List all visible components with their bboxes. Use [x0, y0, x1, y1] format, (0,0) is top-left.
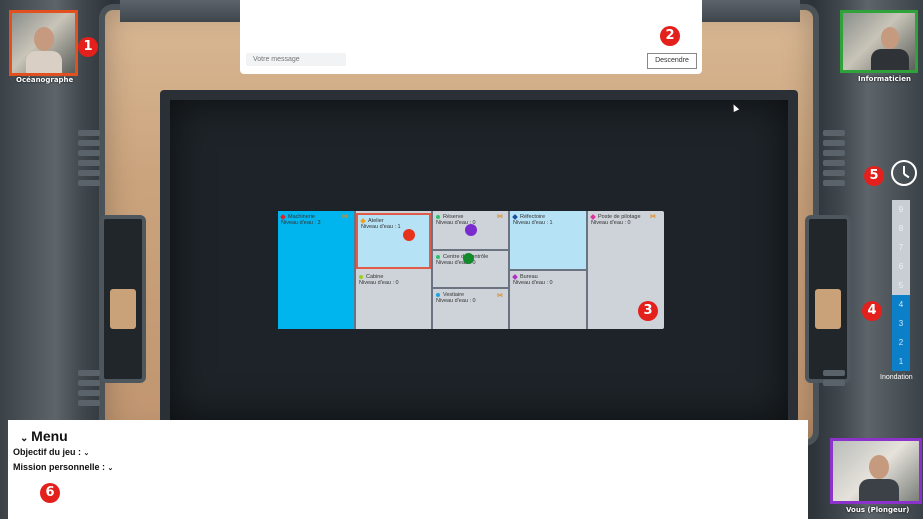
- video-informaticien[interactable]: [840, 10, 918, 73]
- marker-6: 6: [40, 483, 60, 503]
- chat-panel: Descendre: [240, 0, 702, 74]
- hatch-icon: ⋈: [497, 292, 503, 299]
- hatch-icon: ⋈: [650, 213, 656, 220]
- wall: [510, 269, 586, 271]
- flood-level-6: 6: [892, 257, 910, 276]
- room-level: Niveau d'eau : 0: [591, 220, 631, 226]
- room-level: Niveau d'eau : 0: [359, 280, 399, 286]
- hatch-icon: ⋈: [497, 213, 503, 220]
- right-slot: [805, 215, 851, 383]
- marker-5: 5: [864, 166, 884, 186]
- marker-4: 4: [862, 301, 882, 321]
- hatch-icon: ⋈: [342, 213, 348, 220]
- room-level: Niveau d'eau : 0: [436, 298, 476, 304]
- flood-level-7: 7: [892, 238, 910, 257]
- flood-level-1: 1: [892, 352, 910, 371]
- pawn-green: [463, 253, 474, 264]
- wall: [433, 287, 508, 289]
- room-bureau[interactable]: Bureau Niveau d'eau : 0: [510, 271, 586, 329]
- pawn-red: [403, 229, 415, 241]
- video-plongeur[interactable]: [830, 438, 922, 504]
- descend-button[interactable]: Descendre: [647, 53, 697, 69]
- wall: [431, 211, 433, 329]
- video-oceanographe[interactable]: [9, 10, 78, 76]
- wall: [433, 249, 508, 251]
- room-cabine[interactable]: Cabine Niveau d'eau : 0: [356, 271, 431, 329]
- flood-level-5: 5: [892, 276, 910, 295]
- game-scene: Océanographe 1 Informaticien Vous (Plong…: [0, 0, 923, 519]
- objective-toggle[interactable]: Objectif du jeu : ⌄: [13, 447, 89, 457]
- flood-level-9: 9: [892, 200, 910, 219]
- flood-level-8: 8: [892, 219, 910, 238]
- flood-level-2: 2: [892, 333, 910, 352]
- room-machinerie[interactable]: Machinerie Niveau d'eau : 3: [278, 211, 354, 329]
- menu-toggle[interactable]: ⌄ Menu: [20, 428, 68, 444]
- room-level: Niveau d'eau : 3: [281, 220, 321, 226]
- mission-toggle[interactable]: Mission personnelle : ⌄: [13, 462, 113, 472]
- marker-2: 2: [660, 26, 680, 46]
- message-input[interactable]: [246, 53, 346, 66]
- room-atelier[interactable]: Atelier Niveau d'eau : 1: [356, 213, 431, 269]
- flood-gauge: 987654321: [892, 200, 910, 371]
- submarine-map: Machinerie Niveau d'eau : 3 ⋈ Atelier Ni…: [278, 211, 664, 329]
- room-level: Niveau d'eau : 1: [513, 220, 553, 226]
- clock-icon: [891, 160, 917, 186]
- participant-label-informaticien: Informaticien: [858, 75, 911, 83]
- room-refectoire[interactable]: Réfectoire Niveau d'eau : 1: [510, 211, 586, 269]
- room-level: Niveau d'eau : 0: [513, 280, 553, 286]
- pawn-purple: [465, 224, 477, 236]
- chevron-down-icon: ⌄: [107, 465, 114, 472]
- participant-label-plongeur: Vous (Plongeur): [846, 506, 910, 514]
- wall: [354, 211, 356, 329]
- mission-label: Mission personnelle :: [13, 462, 106, 472]
- menu-panel: ⌄ Menu Objectif du jeu : ⌄ Mission perso…: [8, 420, 808, 519]
- room-level: Niveau d'eau : 1: [361, 224, 401, 230]
- objective-label: Objectif du jeu :: [13, 447, 82, 457]
- wall: [586, 211, 588, 329]
- menu-title: Menu: [31, 428, 68, 444]
- left-slot: [100, 215, 146, 383]
- marker-1: 1: [78, 37, 98, 57]
- flood-level-4: 4: [892, 295, 910, 314]
- flood-label: Inondation: [880, 374, 913, 381]
- chevron-down-icon: ⌄: [83, 450, 90, 457]
- chevron-down-icon: ⌄: [20, 433, 32, 444]
- flood-level-3: 3: [892, 314, 910, 333]
- marker-3: 3: [638, 301, 658, 321]
- participant-label-oceanographe: Océanographe: [16, 76, 74, 84]
